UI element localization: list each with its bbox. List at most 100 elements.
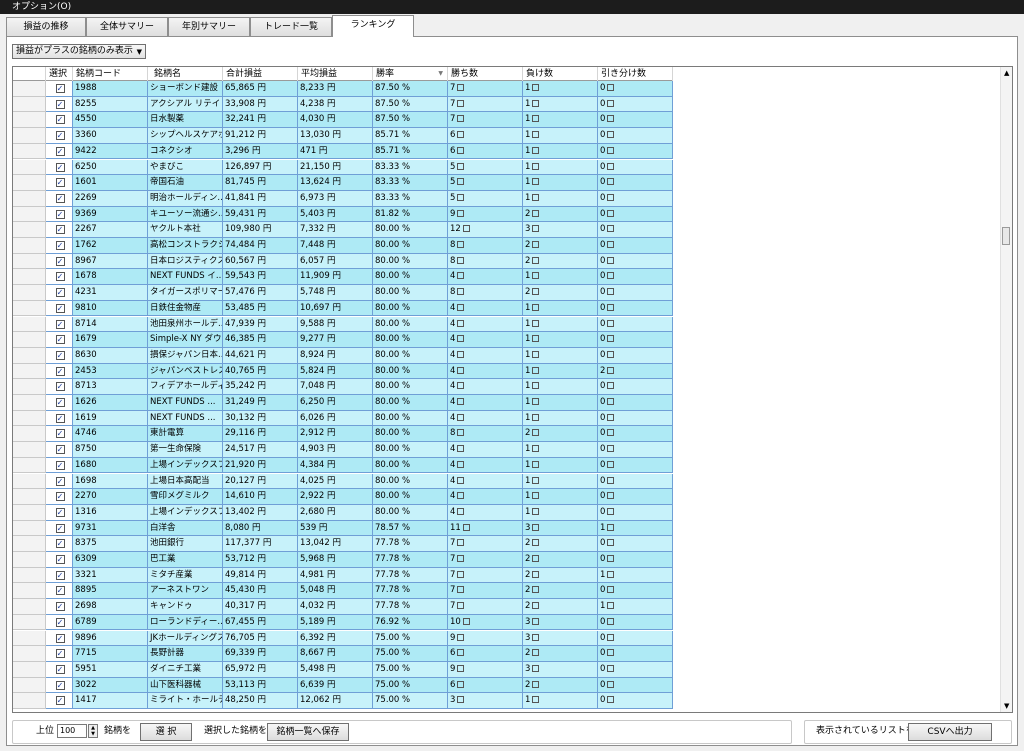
table-row[interactable]: ✓ 1680上場インデックスフ...21,920 円4,384 円80.00 %4…: [13, 457, 673, 474]
table-row[interactable]: ✓ 1626 NEXT FUNDS ... 31,249 円 6,250 円 80.00 …: [13, 395, 673, 411]
select-checkbox-cell[interactable]: ✓: [46, 520, 73, 537]
select-checkbox-cell[interactable]: ✓: [46, 426, 73, 443]
column-header-name[interactable]: 銘柄名: [148, 67, 223, 81]
select-checkbox-cell[interactable]: ✓: [46, 693, 73, 709]
table-row[interactable]: ✓ 6250 やまびこ 126,897 円 21,150 円 83.33 % 5 1 0: [13, 159, 673, 176]
row-header[interactable]: [13, 190, 46, 207]
row-header[interactable]: [13, 630, 46, 647]
select-checkbox-cell[interactable]: ✓: [46, 128, 73, 144]
select-checkbox[interactable]: ✓: [55, 84, 65, 93]
table-row[interactable]: ✓ 4746 東計電算 29,116 円 2,912 円 80.00 % 8 2 0: [13, 426, 673, 443]
vertical-scrollbar[interactable]: ▲ ▼: [1000, 67, 1012, 712]
select-checkbox[interactable]: ✓: [55, 319, 65, 329]
select-checkbox-cell[interactable]: ✓: [46, 442, 73, 458]
select-checkbox-cell[interactable]: ✓: [46, 363, 73, 380]
select-checkbox[interactable]: ✓: [55, 272, 65, 282]
tab-yearly-summary[interactable]: 年別サマリー: [168, 17, 250, 36]
select-checkbox[interactable]: ✓: [55, 523, 65, 533]
select-checkbox-cell[interactable]: ✓: [46, 646, 73, 662]
row-header[interactable]: [13, 81, 46, 97]
table-row[interactable]: ✓ 8714 池田泉州ホールデ... 47,939 円 9,588 円 80.00 % 4 1…: [13, 316, 673, 333]
row-header[interactable]: [13, 489, 46, 505]
select-checkbox-cell[interactable]: ✓: [46, 269, 73, 286]
row-header[interactable]: [13, 410, 46, 427]
table-row[interactable]: ✓ 2270 雪印メグミルク 14,610 円 2,922 円 80.00 % 4 1 0: [13, 489, 673, 505]
select-checkbox-cell[interactable]: ✓: [46, 253, 73, 270]
select-checkbox[interactable]: ✓: [55, 146, 65, 156]
select-checkbox[interactable]: ✓: [55, 413, 65, 423]
row-header[interactable]: [13, 599, 46, 615]
table-row[interactable]: ✓ 9731 白洋舎 8,080 円 539 円 78.57 % 11 3 1: [13, 520, 673, 537]
table-row[interactable]: ✓ 2453ジャパンベストレス...40,765 円5,824 円80.00 %4…: [13, 363, 673, 380]
column-header-draws[interactable]: 引き分け数: [598, 67, 673, 81]
table-row[interactable]: ✓ 1988 ショーボンド建設 65,865 円 8,233 円 87.50 % 7 1 0: [13, 81, 673, 97]
row-header[interactable]: [13, 347, 46, 364]
row-header[interactable]: [13, 520, 46, 537]
select-checkbox-cell[interactable]: ✓: [46, 316, 73, 333]
table-row[interactable]: ✓ 7715 長野計器 69,339 円 8,667 円 75.00 % 6 2 0: [13, 646, 673, 662]
select-checkbox[interactable]: ✓: [55, 445, 65, 455]
row-header[interactable]: [13, 646, 46, 662]
select-checkbox[interactable]: ✓: [55, 335, 65, 345]
select-checkbox[interactable]: ✓: [55, 476, 65, 486]
table-row[interactable]: ✓ 2698 キャンドゥ 40,317 円 4,032 円 77.78 % 7 2 1: [13, 599, 673, 615]
select-checkbox-cell[interactable]: ✓: [46, 410, 73, 427]
table-row[interactable]: ✓ 1762高松コンストラクシ...74,484 円7,448 円80.00 %8…: [13, 238, 673, 254]
column-header-win-rate[interactable]: 勝率 ▼: [373, 67, 448, 81]
select-checkbox[interactable]: ✓: [55, 602, 65, 612]
table-row[interactable]: ✓ 1678 NEXT FUNDS イ... 59,543 円 11,909 円 80.0…: [13, 269, 673, 286]
select-checkbox[interactable]: ✓: [55, 303, 65, 313]
row-header[interactable]: [13, 677, 46, 694]
table-row[interactable]: ✓ 3321 ミタチ産業 49,814 円 4,981 円 77.78 % 7 2 1: [13, 567, 673, 584]
select-checkbox[interactable]: ✓: [55, 256, 65, 266]
select-checkbox-cell[interactable]: ✓: [46, 347, 73, 364]
table-row[interactable]: ✓ 8630 損保ジャパン日本... 44,621 円 8,924 円 80.00 % 4 1…: [13, 347, 673, 364]
table-row[interactable]: ✓ 8255アクシアル リテイリ...33,908 円4,238 円87.50 %…: [13, 96, 673, 113]
table-row[interactable]: ✓ 9810 日鉄住金物産 53,485 円 10,697 円 80.00 % 4 1 0: [13, 300, 673, 317]
row-header[interactable]: [13, 112, 46, 129]
select-checkbox-cell[interactable]: ✓: [46, 395, 73, 411]
select-checkbox-cell[interactable]: ✓: [46, 238, 73, 254]
csv-export-button[interactable]: CSVへ出力: [908, 723, 992, 741]
save-to-list-button[interactable]: 銘柄一覧へ保存: [267, 723, 349, 741]
row-header[interactable]: [13, 143, 46, 160]
select-checkbox-cell[interactable]: ✓: [46, 81, 73, 97]
row-header[interactable]: [13, 395, 46, 411]
select-checkbox-cell[interactable]: ✓: [46, 504, 73, 521]
select-checkbox-cell[interactable]: ✓: [46, 583, 73, 600]
row-header[interactable]: [13, 363, 46, 380]
row-header[interactable]: [13, 379, 46, 395]
select-checkbox[interactable]: ✓: [55, 664, 65, 674]
table-row[interactable]: ✓ 8750 第一生命保険 24,517 円 4,903 円 80.00 % 4 1 0: [13, 442, 673, 458]
select-checkbox-cell[interactable]: ✓: [46, 285, 73, 301]
select-checkbox[interactable]: ✓: [55, 288, 65, 298]
select-checkbox[interactable]: ✓: [55, 382, 65, 392]
row-header[interactable]: [13, 96, 46, 113]
row-header[interactable]: [13, 693, 46, 709]
table-row[interactable]: ✓ 8967日本ロジスティクス...60,567 円6,057 円80.00 %8…: [13, 253, 673, 270]
table-row[interactable]: ✓ 4550 日水製薬 32,241 円 4,030 円 87.50 % 7 1 0: [13, 112, 673, 129]
row-header[interactable]: [13, 222, 46, 238]
tab-overall-summary[interactable]: 全体サマリー: [86, 17, 168, 36]
row-header[interactable]: [13, 457, 46, 474]
select-checkbox-cell[interactable]: ✓: [46, 536, 73, 552]
table-row[interactable]: ✓ 2269 明治ホールディン... 41,841 円 6,973 円 83.33 % 5 1…: [13, 190, 673, 207]
row-header[interactable]: [13, 285, 46, 301]
select-checkbox-cell[interactable]: ✓: [46, 175, 73, 191]
select-checkbox[interactable]: ✓: [55, 696, 65, 706]
row-header[interactable]: [13, 316, 46, 333]
table-row[interactable]: ✓ 9422 コネクシオ 3,296 円 471 円 85.71 % 6 1 0: [13, 143, 673, 160]
select-checkbox[interactable]: ✓: [55, 617, 65, 627]
top-count-spinner[interactable]: ▲ ▼: [88, 724, 98, 738]
table-row[interactable]: ✓ 3022 山下医科器械 53,113 円 6,639 円 75.00 % 6 2 0: [13, 677, 673, 694]
row-header[interactable]: [13, 661, 46, 678]
row-header[interactable]: [13, 128, 46, 144]
select-checkbox[interactable]: ✓: [55, 241, 65, 250]
select-checkbox[interactable]: ✓: [55, 193, 65, 203]
row-header[interactable]: [13, 159, 46, 176]
select-checkbox-cell[interactable]: ✓: [46, 552, 73, 568]
select-checkbox-cell[interactable]: ✓: [46, 190, 73, 207]
select-checkbox[interactable]: ✓: [55, 178, 65, 188]
select-checkbox[interactable]: ✓: [55, 162, 65, 172]
row-header[interactable]: [13, 583, 46, 600]
